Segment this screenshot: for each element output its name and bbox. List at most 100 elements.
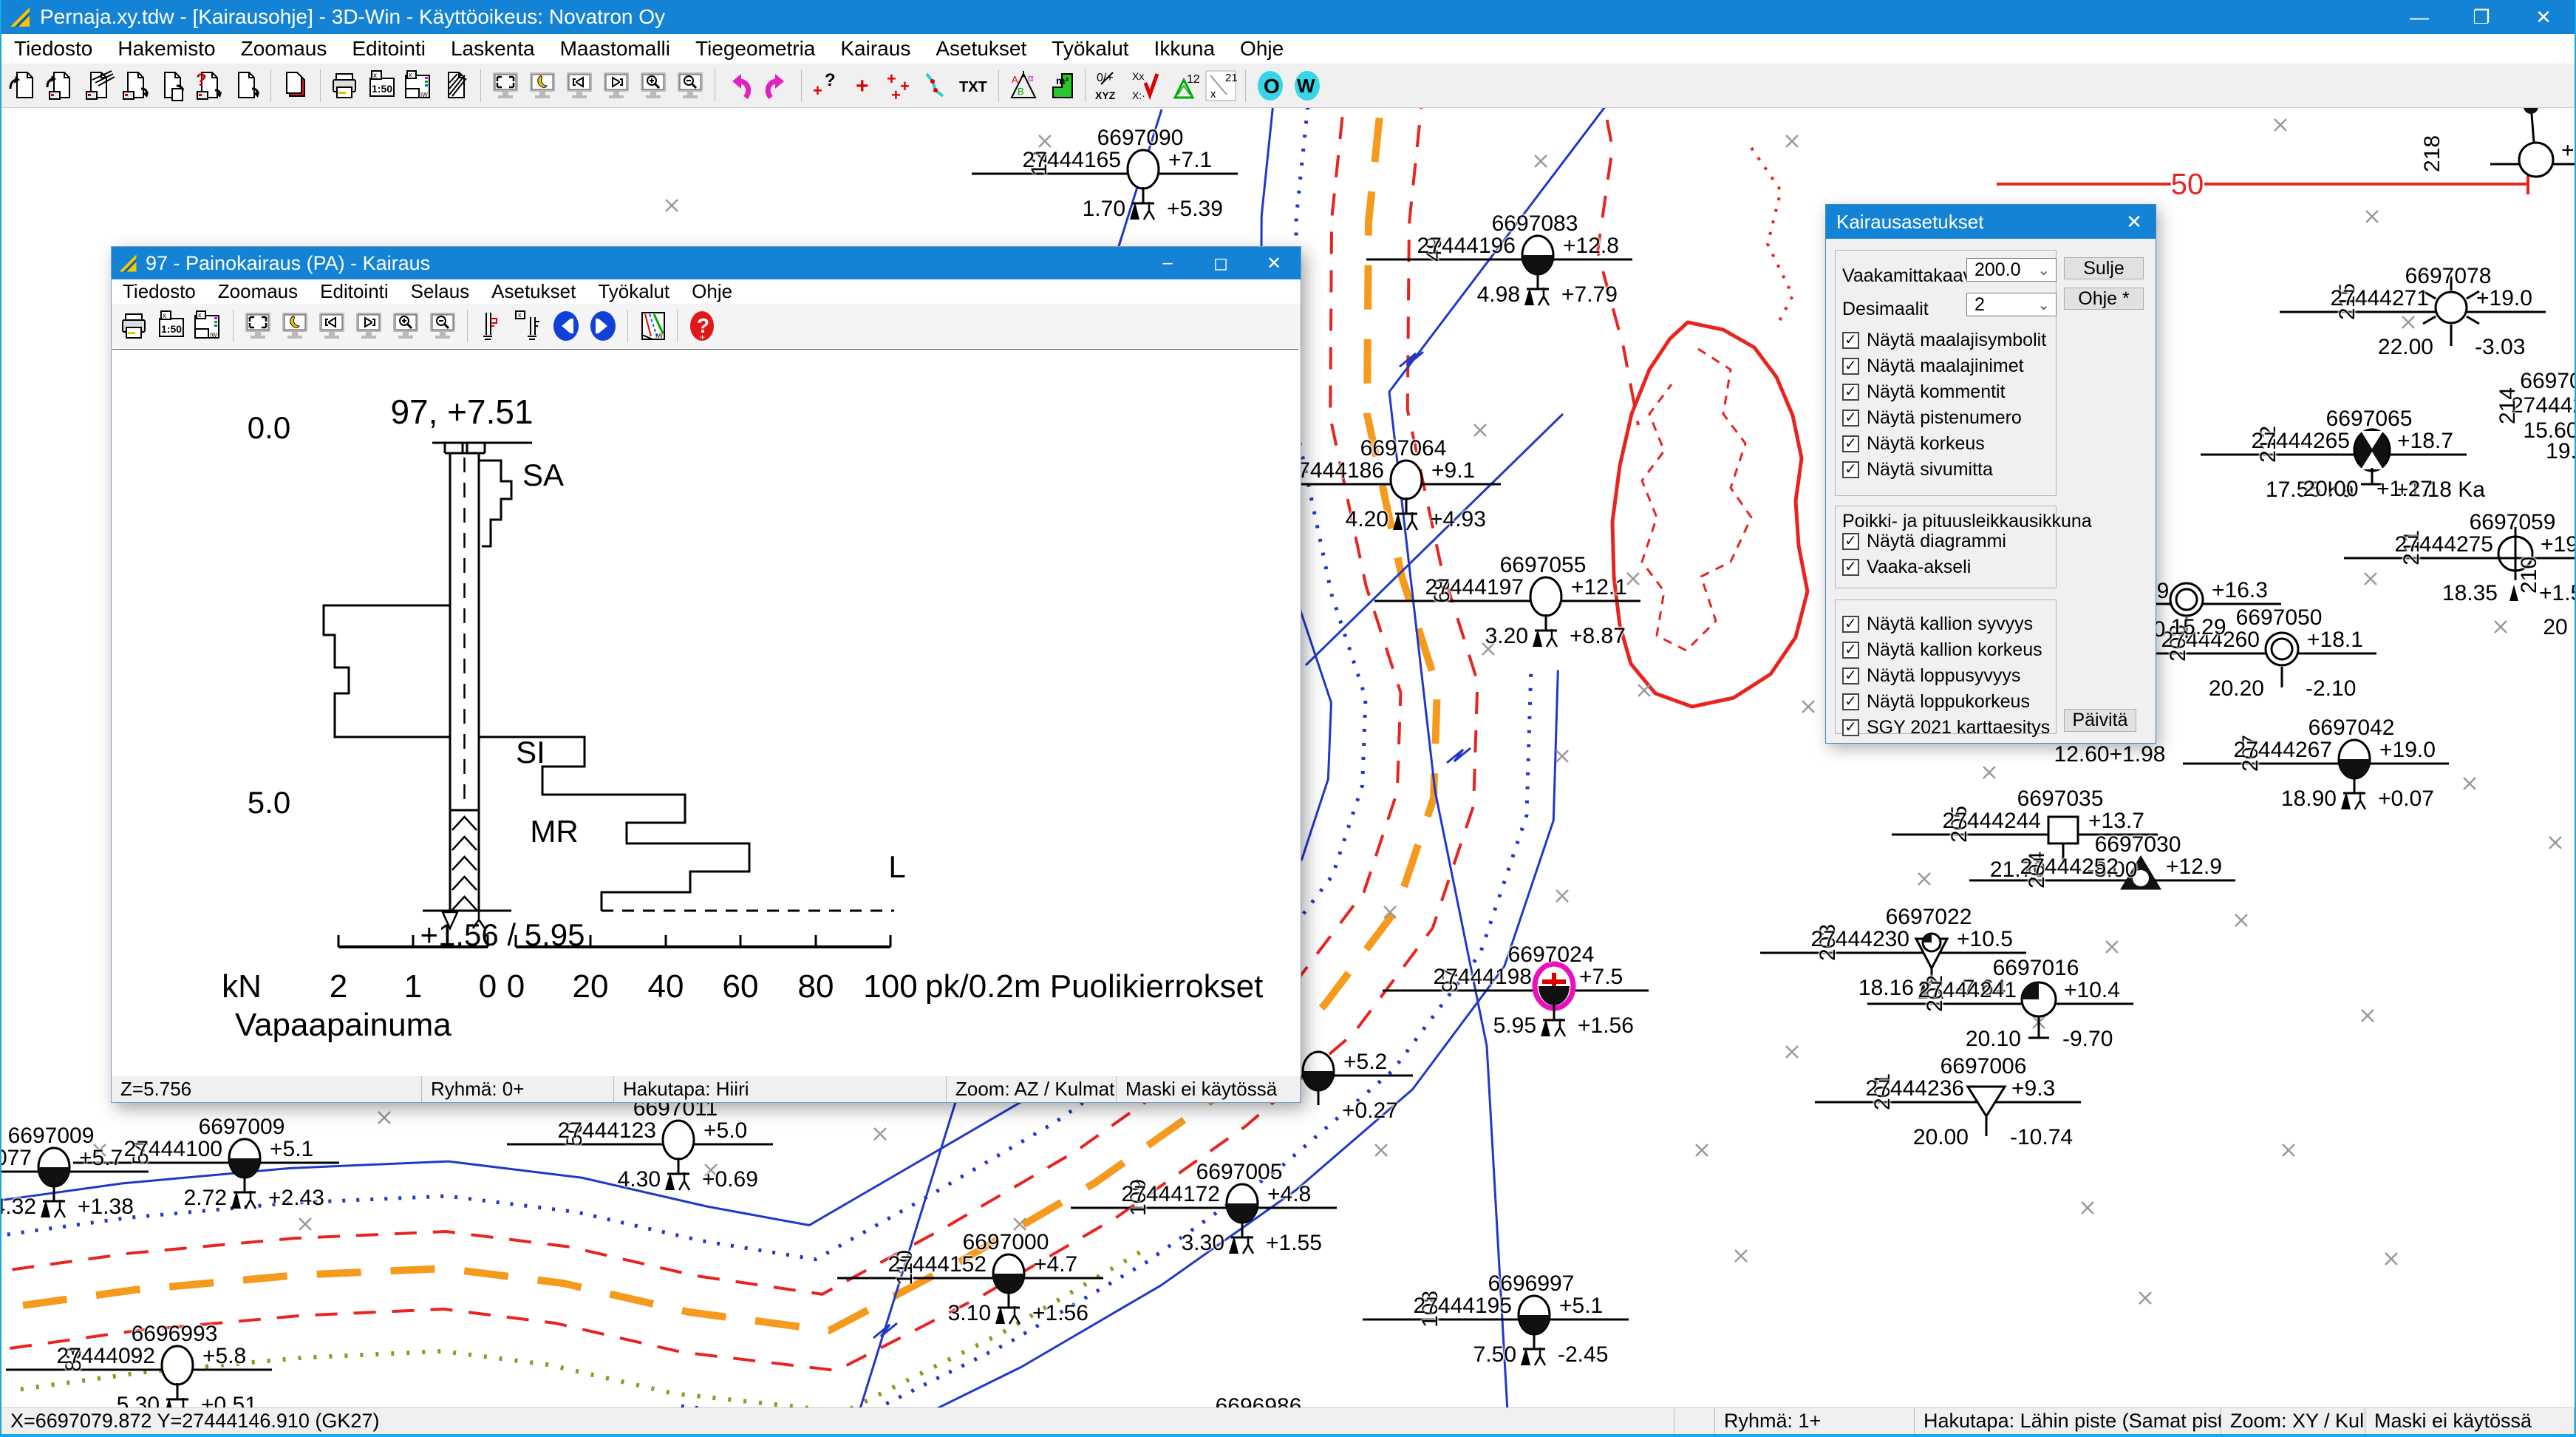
child-close-icon[interactable]: ✕: [1247, 247, 1301, 279]
chevron-down-icon[interactable]: ⌄: [2037, 261, 2050, 279]
checkbox-sgy-2021-karttaesitys[interactable]: ✓SGY 2021 karttaesitys: [1842, 716, 2050, 738]
dialog-close-icon[interactable]: ✕: [2113, 205, 2156, 239]
child-menu-asetukset[interactable]: Asetukset: [480, 280, 587, 303]
menu-tiedosto[interactable]: Tiedosto: [1, 34, 105, 64]
checkbox-checked-icon[interactable]: ✓: [1842, 533, 1859, 550]
ohje-button[interactable]: Ohje *: [2064, 288, 2144, 310]
scale150-icon[interactable]: x1:50: [153, 308, 190, 344]
checkbox-checked-icon[interactable]: ✓: [1842, 667, 1859, 684]
diagram-settings-icon[interactable]: IW: [634, 308, 671, 344]
sounding-diagram[interactable]: 97, +7.510.05.0SASIMRL+1.56 / 5.95210020…: [112, 349, 1298, 1077]
zoom-in-icon[interactable]: [387, 308, 424, 344]
child-menu-työkalut[interactable]: Työkalut: [587, 280, 681, 303]
menu-tiegeometria[interactable]: Tiegeometria: [683, 34, 828, 64]
checkbox-n-yt-kallion-korkeus[interactable]: ✓Näytä kallion korkeus: [1842, 639, 2042, 661]
fit-icon[interactable]: [487, 67, 524, 104]
checkbox-n-yt-loppukorkeus[interactable]: ✓Näytä loppukorkeus: [1842, 690, 2030, 713]
next-view-icon[interactable]: [598, 67, 635, 104]
pan-icon[interactable]: [276, 308, 313, 344]
scale150-icon[interactable]: x1:50: [364, 67, 401, 104]
zoom-in-icon[interactable]: [635, 67, 672, 104]
next-view-icon[interactable]: [350, 308, 387, 344]
checkbox-n-yt-korkeus[interactable]: ✓Näytä korkeus: [1842, 432, 1985, 455]
angle-calc-icon[interactable]: ABα: [1005, 67, 1042, 104]
child-maximize-icon[interactable]: ◻: [1194, 247, 1247, 279]
read-multi-icon[interactable]: [80, 67, 117, 104]
checkbox-checked-icon[interactable]: ✓: [1842, 435, 1859, 452]
pagesetup-icon[interactable]: xIW: [190, 308, 227, 344]
help-icon[interactable]: ?+: [684, 308, 720, 344]
read-file-2-icon[interactable]: [43, 67, 80, 104]
prev-view-icon[interactable]: [313, 308, 350, 344]
area-calc-icon[interactable]: m²: [1042, 67, 1079, 104]
chevron-down-icon[interactable]: ⌄: [2037, 296, 2050, 314]
checkbox-checked-icon[interactable]: ✓: [1842, 719, 1859, 736]
menu-työkalut[interactable]: Työkalut: [1039, 34, 1141, 64]
circle-o-icon[interactable]: O: [1252, 67, 1289, 104]
divide-xyz-icon[interactable]: 0/+XYZ: [1091, 67, 1128, 104]
checkbox-checked-icon[interactable]: ✓: [1842, 410, 1859, 427]
sounding-window-titlebar[interactable]: 97 - Painokairaus (PA) - Kairaus – ◻ ✕: [112, 247, 1301, 279]
child-minimize-icon[interactable]: –: [1141, 247, 1194, 279]
child-menu-zoomaus[interactable]: Zoomaus: [207, 280, 309, 303]
txt-icon[interactable]: TXT: [955, 67, 992, 104]
menu-ikkuna[interactable]: Ikkuna: [1142, 34, 1228, 64]
copy-pages-icon[interactable]: [277, 67, 314, 104]
undo-icon[interactable]: [721, 67, 758, 104]
fit-icon[interactable]: [239, 308, 276, 344]
minimize-icon[interactable]: ―: [2388, 0, 2450, 34]
child-menu-editointi[interactable]: Editointi: [309, 280, 400, 303]
sounding-scale-icon[interactable]: x: [511, 308, 548, 344]
menu-ohje[interactable]: Ohje: [1227, 34, 1296, 64]
checkbox-n-yt-pistenumero[interactable]: ✓Näytä pistenumero: [1842, 407, 2022, 429]
checkbox-checked-icon[interactable]: ✓: [1842, 693, 1859, 710]
checkbox-n-yt-kommentit[interactable]: ✓Näytä kommentit: [1842, 381, 2006, 403]
menu-zoomaus[interactable]: Zoomaus: [228, 34, 340, 64]
checkbox-checked-icon[interactable]: ✓: [1842, 461, 1859, 478]
zoom-out-icon[interactable]: [424, 308, 461, 344]
circle-w-icon[interactable]: W: [1289, 67, 1326, 104]
checkbox-vaaka-akseli[interactable]: ✓Vaaka-akseli: [1842, 556, 1971, 578]
menu-editointi[interactable]: Editointi: [339, 34, 438, 64]
checkbox-checked-icon[interactable]: ✓: [1842, 332, 1859, 349]
checkbox-checked-icon[interactable]: ✓: [1842, 384, 1859, 401]
dialog-titlebar[interactable]: Kairausasetukset: [1826, 205, 2156, 239]
write-unknown-icon[interactable]: ?: [191, 67, 228, 104]
checkbox-checked-icon[interactable]: ✓: [1842, 559, 1859, 576]
hatch-doc-icon[interactable]: [437, 67, 474, 104]
close-icon[interactable]: ✕: [2512, 0, 2575, 34]
write-file-2-icon[interactable]: [154, 67, 191, 104]
triangulate-icon[interactable]: 12: [1165, 67, 1202, 104]
maximize-icon[interactable]: ❐: [2450, 0, 2512, 34]
child-menu-ohje[interactable]: Ohje: [681, 280, 743, 303]
checkbox-n-yt-maalajisymbolit[interactable]: ✓Näytä maalajisymbolit: [1842, 329, 2046, 351]
sulje-button[interactable]: Sulje: [2064, 257, 2144, 279]
pan-icon[interactable]: [524, 67, 561, 104]
menu-laskenta[interactable]: Laskenta: [438, 34, 548, 64]
add-point-q-icon[interactable]: +?: [808, 67, 845, 104]
point-prev-icon[interactable]: [548, 308, 585, 344]
main-titlebar[interactable]: Pernaja.xy.tdw - [Kairausohje] - 3D-Win …: [1, 0, 2575, 34]
checkbox-checked-icon[interactable]: ✓: [1842, 642, 1859, 659]
write-file-icon[interactable]: [117, 67, 154, 104]
add-point-icon[interactable]: +: [845, 67, 882, 104]
add-points-icon[interactable]: +++: [882, 67, 919, 104]
menu-maastomalli[interactable]: Maastomalli: [548, 34, 683, 64]
checkbox-n-yt-diagrammi[interactable]: ✓Näytä diagrammi: [1842, 530, 2006, 552]
pagesetup-icon[interactable]: xIW: [401, 67, 437, 104]
checkbox-n-yt-loppusyvyys[interactable]: ✓Näytä loppusyvyys: [1842, 665, 2020, 687]
decimals-combobox[interactable]: 2⌄: [1966, 293, 2057, 316]
checkbox-n-yt-sivumitta[interactable]: ✓Näytä sivumitta: [1842, 458, 1993, 480]
redo-icon[interactable]: [758, 67, 795, 104]
print-icon[interactable]: [116, 308, 153, 344]
zoom-out-icon[interactable]: [672, 67, 709, 104]
print-icon[interactable]: [327, 67, 364, 104]
menu-kairaus[interactable]: Kairaus: [828, 34, 923, 64]
write-copy-icon[interactable]: [228, 67, 265, 104]
checkbox-n-yt-maalajinimet[interactable]: ✓Näytä maalajinimet: [1842, 355, 2024, 377]
interpolate-icon[interactable]: 21x: [1202, 67, 1239, 104]
prev-view-icon[interactable]: [561, 67, 598, 104]
scale-combobox[interactable]: 200.0⌄: [1966, 258, 2057, 282]
checkbox-n-yt-kallion-syvyys[interactable]: ✓Näytä kallion syvyys: [1842, 613, 2033, 635]
paivita-button[interactable]: Päivitä: [2064, 709, 2136, 732]
